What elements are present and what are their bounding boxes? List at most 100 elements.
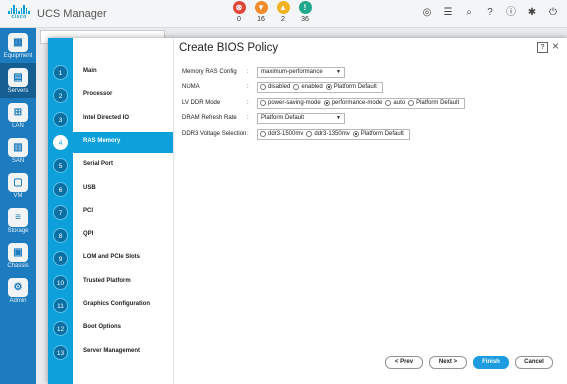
radio-label: ddr3-1500mv	[268, 131, 304, 137]
radio-disabled[interactable]: disabled	[260, 84, 290, 90]
radio-circle[interactable]	[260, 100, 266, 106]
wizard-step-3[interactable]: 3 Intel Directed IO	[48, 109, 173, 130]
prev-button[interactable]: < Prev	[385, 356, 423, 369]
chevron-down-icon: ▼	[336, 114, 341, 121]
step-number: 7	[53, 204, 68, 220]
wizard-step-11[interactable]: 11 Graphics Configuration	[48, 295, 173, 316]
radio-platform-default[interactable]: Platform Default	[352, 131, 404, 137]
wizard-step-8[interactable]: 8 QPI	[48, 225, 173, 246]
wizard-step-12[interactable]: 12 Boot Options	[48, 318, 173, 339]
wizard-steps: 1 Main 2 Processor 3 Intel Directed IO 4 RAS Me…	[48, 38, 173, 384]
radio-label: enabled	[301, 84, 323, 90]
nav-item-chassis[interactable]: ▣ Chassis	[0, 238, 36, 273]
lv-ddr-mode-label: LV DDR Mode	[182, 100, 221, 106]
radio-circle[interactable]	[385, 100, 392, 106]
equipment-icon: ▦	[8, 33, 28, 52]
radio-ddr3-1500mv[interactable]: ddr3-1500mv	[260, 131, 303, 137]
lv-ddr-mode-row: LV DDR Mode : power-saving-mode performan…	[182, 97, 466, 109]
help-icon[interactable]: ?	[482, 5, 498, 21]
wizard-step-9[interactable]: 9 LOM and PCIe Slots	[48, 248, 173, 269]
step-label: QPI	[83, 231, 94, 238]
step-label: Serial Port	[83, 161, 114, 168]
radio-circle[interactable]	[325, 84, 332, 90]
nav-item-vm[interactable]: ▢ VM	[0, 168, 36, 203]
wizard-step-4[interactable]: 4 RAS Memory	[48, 131, 173, 153]
nav-item-equipment[interactable]: ▦ Equipment	[0, 28, 36, 63]
fault-counter[interactable]: ▲ 2	[276, 1, 290, 25]
step-label: Processor	[83, 91, 113, 98]
memory-ras-config-label: Memory RAS Config	[182, 69, 237, 75]
wizard-step-10[interactable]: 10 Trusted Platform	[48, 272, 173, 293]
step-number: 4	[53, 134, 68, 150]
radio-circle[interactable]	[260, 131, 266, 137]
cisco-logo: cisco	[7, 5, 31, 23]
info-icon[interactable]: ⓘ	[503, 5, 519, 21]
search-icon[interactable]: ⌕	[461, 5, 477, 21]
radio-circle[interactable]	[352, 131, 359, 137]
nav-item-label: Servers	[7, 88, 29, 94]
nav-item-admin[interactable]: ⚙ Admin	[0, 273, 36, 308]
radio-circle[interactable]	[323, 100, 330, 106]
wizard-step-5[interactable]: 5 Serial Port	[48, 155, 173, 176]
chevron-down-icon: ▼	[336, 68, 341, 75]
nav-icon[interactable]: ☰	[440, 5, 456, 21]
close-icon[interactable]: ×	[552, 39, 559, 53]
radio-circle[interactable]	[306, 131, 313, 137]
step-number: 6	[53, 181, 68, 197]
nav-item-servers[interactable]: ▤ Servers	[0, 63, 36, 98]
wizard-step-13[interactable]: 13 Server Management	[48, 342, 173, 363]
nav-item-label: LAN	[12, 123, 24, 129]
step-label: RAS Memory	[83, 137, 121, 144]
nav-item-storage[interactable]: ≡ Storage	[0, 203, 36, 238]
step-label: Server Management	[83, 347, 141, 354]
warning-fault-icon: !	[298, 1, 312, 14]
next-button[interactable]: Next >	[429, 356, 467, 369]
radio-performance-mode[interactable]: performance-mode	[323, 100, 382, 106]
cancel-button[interactable]: Cancel	[515, 356, 553, 369]
logo-text: cisco	[11, 14, 27, 20]
dram-refresh-rate-select[interactable]: Platform Default ▼	[257, 112, 345, 124]
radio-platform-default[interactable]: Platform Default	[408, 100, 459, 106]
nav-item-lan[interactable]: ⊞ LAN	[0, 98, 36, 133]
nav-item-san[interactable]: ▥ SAN	[0, 133, 36, 168]
fault-counter[interactable]: ! 36	[298, 1, 312, 25]
lv-ddr-mode-radio-group: power-saving-mode performance-mode auto Pla…	[257, 97, 466, 109]
fault-counter[interactable]: ⊗ 0	[232, 1, 246, 25]
radio-circle[interactable]	[408, 100, 415, 106]
radio-label: Platform Default	[333, 84, 377, 90]
step-number: 12	[53, 321, 68, 337]
memory-ras-config-select[interactable]: maximum-performance ▼	[257, 66, 345, 78]
step-label: PCI	[83, 207, 94, 214]
radio-power-saving-mode[interactable]: power-saving-mode	[260, 100, 321, 106]
radio-enabled[interactable]: enabled	[293, 84, 323, 90]
numa-radio-group: disabled enabled Platform Default	[257, 81, 383, 93]
wizard-step-2[interactable]: 2 Processor	[48, 85, 173, 106]
finish-button[interactable]: Finish	[473, 356, 509, 369]
radio-platform-default[interactable]: Platform Default	[325, 84, 377, 90]
major-fault-icon: ▼	[254, 1, 268, 14]
nav-item-label: SAN	[11, 158, 25, 164]
wizard-step-1[interactable]: 1 Main	[48, 62, 173, 83]
settings-icon[interactable]: ✱	[524, 5, 540, 21]
admin-icon: ⚙	[8, 278, 28, 297]
radio-label: power-saving-mode	[268, 100, 321, 106]
radio-circle[interactable]	[260, 84, 266, 90]
nav-item-label: VM	[13, 193, 23, 199]
wizard-step-6[interactable]: 6 USB	[48, 179, 173, 200]
logout-icon[interactable]: ⏻	[545, 5, 561, 21]
radio-label: auto	[393, 100, 406, 106]
nav-item-label: Admin	[9, 298, 27, 304]
ddr3-voltage-label: DDR3 Voltage Selection	[182, 131, 247, 137]
step-number: 9	[53, 251, 68, 267]
step-label: Boot Options	[83, 324, 121, 331]
step-label: Graphics Configuration	[83, 301, 151, 307]
fault-count: 0	[237, 16, 241, 23]
radio-ddr3-1350mv[interactable]: ddr3-1350mv	[306, 131, 350, 137]
radio-auto[interactable]: auto	[385, 100, 405, 106]
wizard-step-7[interactable]: 7 PCI	[48, 202, 173, 223]
radio-circle[interactable]	[293, 84, 300, 90]
help-icon[interactable]: ?	[537, 42, 548, 53]
pending-activities-icon[interactable]: ◎	[419, 5, 435, 21]
fault-counter[interactable]: ▼ 16	[254, 1, 268, 25]
toolbar-icons: ◎ ☰ ⌕? ⓘ ✱ ⏻	[419, 5, 561, 21]
